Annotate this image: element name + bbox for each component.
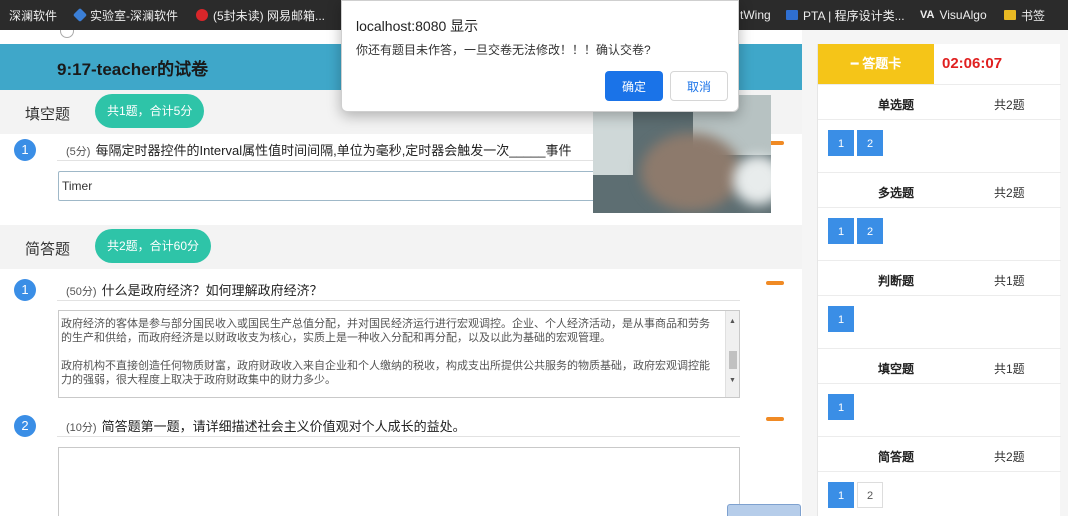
pta-icon	[786, 10, 798, 20]
question-text: (50分) 什么是政府经济？如何理解政府经济？	[66, 280, 323, 299]
bookmark-label: tWing	[740, 8, 771, 22]
essay-answer-textarea[interactable]	[58, 447, 740, 516]
question-nav-button[interactable]: 1	[828, 130, 854, 156]
card-group-header: 判断题 共1题	[818, 260, 1061, 296]
fill-answer-input[interactable]: Timer	[58, 171, 598, 201]
group-count: 共1题	[994, 362, 1025, 376]
question-nav-button[interactable]: 2	[857, 130, 883, 156]
scroll-down-icon[interactable]: ▼	[729, 373, 736, 387]
visualgo-icon: VA	[920, 9, 935, 21]
section-summary-badge: 共2题，合计60分	[95, 229, 212, 263]
ok-button[interactable]: 确定	[605, 71, 663, 101]
diamond-icon	[72, 7, 88, 23]
question-nav-button[interactable]: 2	[857, 482, 883, 508]
webcam-preview	[593, 95, 771, 213]
question-nav-button[interactable]: 1	[828, 482, 854, 508]
cancel-button[interactable]: 取消	[670, 71, 728, 101]
bookmark-item[interactable]: 深澜软件	[0, 0, 66, 30]
dialog-host: localhost:8080 显示	[356, 18, 479, 34]
group-count: 共2题	[994, 98, 1025, 112]
card-group-header: 多选题 共2题	[818, 172, 1061, 208]
folder-icon	[1004, 10, 1016, 20]
divider	[57, 300, 740, 301]
exam-title: 9:17-teacher的试卷	[57, 60, 209, 79]
bookmark-label: 书签	[1021, 8, 1046, 23]
bookmark-label: (5封未读) 网易邮箱...	[213, 8, 326, 23]
question-nav-button[interactable]: 1	[828, 306, 854, 332]
section-label: 填空题	[25, 106, 71, 123]
question-points: (50分)	[66, 286, 97, 298]
section-label: 简答题	[25, 241, 71, 258]
bookmark-item[interactable]: (5封未读) 网易邮箱...	[187, 0, 334, 30]
group-count: 共1题	[994, 274, 1025, 288]
essay-answer-paragraph: 政府机构不直接创造任何物质财富，政府财政收入来自企业和个人缴纳的税收，构成支出所…	[61, 360, 710, 386]
question-nav-button[interactable]: 1	[828, 218, 854, 244]
question-text: (5分) 每隔定时器控件的Interval属性值时间间隔,单位为毫秒,定时器会触发…	[66, 140, 571, 159]
bookmark-item[interactable]: VA VisuAlgo	[920, 0, 987, 30]
countdown-timer: 02:06:07	[942, 55, 1003, 72]
radio-ring-icon	[60, 30, 74, 38]
question-text: (10分) 简答题第一题，请详细描述社会主义价值观对个人成长的益处。	[66, 416, 466, 435]
confirm-dialog: localhost:8080 显示 你还有题目未作答，一旦交卷无法修改！！！确认…	[341, 0, 739, 112]
group-count: 共2题	[994, 186, 1025, 200]
answer-card-tab[interactable]: ━ 答题卡	[818, 44, 934, 84]
question-number: 1	[14, 139, 36, 161]
essay-section-header: 简答题 共2题，合计60分	[0, 225, 802, 269]
answer-card-header: ━ 答题卡 02:06:07	[818, 44, 1061, 84]
flag-icon[interactable]	[766, 281, 784, 285]
group-name: 多选题	[878, 186, 915, 200]
group-name: 填空题	[878, 362, 915, 376]
netease-mail-icon	[196, 9, 209, 21]
question-body: 每隔定时器控件的Interval属性值时间间隔,单位为毫秒,定时器会触发一次__…	[95, 143, 572, 158]
bookmark-label: 实验室-深澜软件	[90, 8, 179, 23]
bookmark-item[interactable]: PTA | 程序设计类...	[786, 0, 905, 30]
question-body: 简答题第一题，请详细描述社会主义价值观对个人成长的益处。	[101, 419, 466, 434]
group-name: 简答题	[878, 450, 915, 464]
submit-button[interactable]	[727, 504, 801, 516]
question-nav-button[interactable]: 2	[857, 218, 883, 244]
answer-card: ━ 答题卡 02:06:07 单选题 共2题 1 2 多选题 共2题 1 2 判…	[817, 44, 1061, 516]
essay-answer-textarea[interactable]: 政府经济的客体是参与部分国民收入或国民生产总值分配，并对国民经济运行进行宏观调控…	[58, 310, 740, 398]
bookmark-label: 深澜软件	[9, 8, 58, 23]
question-body: 什么是政府经济？如何理解政府经济？	[101, 283, 323, 298]
webcam-face-blur	[641, 133, 741, 211]
question-number: 2	[14, 415, 36, 437]
bookmark-item[interactable]: tWing	[740, 0, 771, 30]
essay-answer-paragraph: 政府经济的客体是参与部分国民收入或国民生产总值分配，并对国民经济运行进行宏观调控…	[61, 318, 710, 344]
bookmark-item[interactable]: 实验室-深澜软件	[66, 0, 187, 30]
card-group-header: 简答题 共2题	[818, 436, 1061, 472]
question-points: (10分)	[66, 422, 97, 434]
group-name: 判断题	[878, 274, 915, 288]
question-nav-button[interactable]: 1	[828, 394, 854, 420]
bookmark-item[interactable]: 书签	[1004, 0, 1045, 30]
scrollbar-thumb[interactable]	[729, 351, 737, 369]
scroll-up-icon[interactable]: ▲	[729, 314, 736, 328]
bookmark-label: VisuAlgo	[939, 8, 987, 22]
group-count: 共2题	[994, 450, 1025, 464]
card-group-header: 填空题 共1题	[818, 348, 1061, 384]
scrollbar[interactable]: ▲ ▼	[725, 311, 739, 397]
question-points: (5分)	[66, 146, 91, 158]
card-group-header: 单选题 共2题	[818, 84, 1061, 120]
section-summary-badge: 共1题，合计5分	[95, 94, 205, 128]
dialog-message: 你还有题目未作答，一旦交卷无法修改！！！确认交卷?	[356, 43, 651, 57]
question-number: 1	[14, 279, 36, 301]
bookmark-label: PTA | 程序设计类...	[803, 8, 905, 23]
group-name: 单选题	[878, 98, 915, 112]
webcam-wall-blur	[733, 155, 771, 205]
flag-icon[interactable]	[766, 417, 784, 421]
divider	[57, 436, 740, 437]
